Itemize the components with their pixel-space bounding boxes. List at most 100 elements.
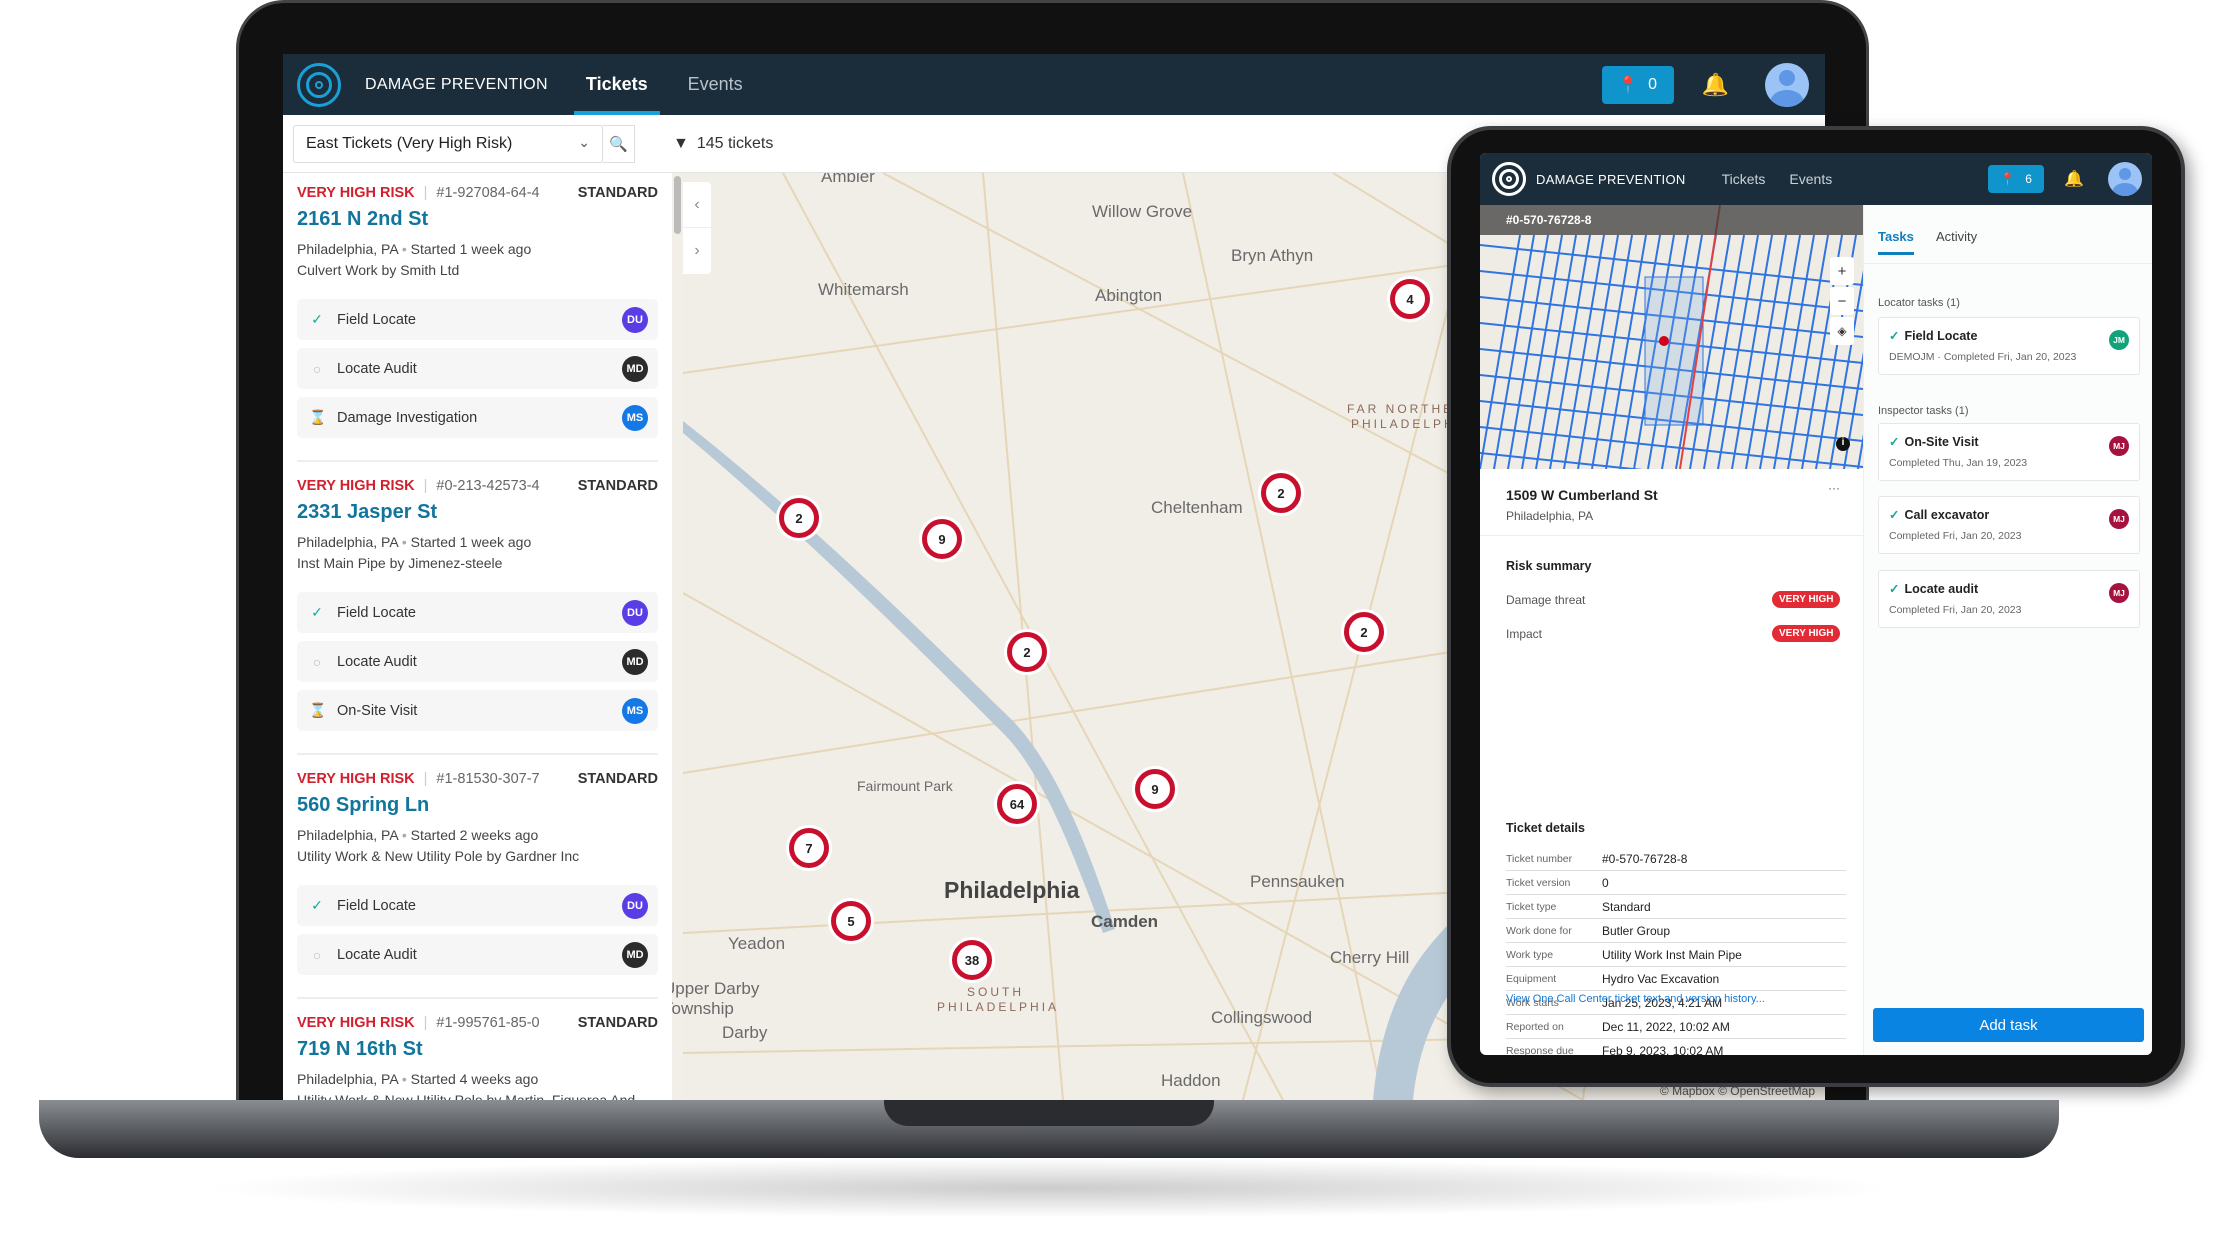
task-name: Locate audit — [1904, 582, 1979, 596]
map-cluster[interactable]: 5 — [831, 901, 871, 941]
laptop-notch — [884, 1100, 1214, 1126]
place-label: Upper Darby — [663, 979, 760, 998]
check-circle-icon: ✓ — [1889, 329, 1900, 343]
zoom-in-button[interactable]: + — [1830, 257, 1854, 285]
assignee-avatar: MJ — [2109, 436, 2129, 456]
assignee-avatar: MJ — [2109, 583, 2129, 603]
hourglass-icon: ⌛ — [309, 702, 327, 718]
task-name: Field Locate — [337, 311, 416, 328]
risk-badge: VERY HIGH — [1772, 591, 1841, 608]
assignee-avatar: DU — [622, 306, 648, 333]
detail-key: Ticket number — [1506, 852, 1573, 865]
place-label: PHILADELPHIA — [937, 1000, 1060, 1014]
task-name: Damage Investigation — [337, 409, 478, 426]
ticket-title[interactable]: 560 Spring Ln — [297, 794, 658, 817]
map-cluster[interactable]: 2 — [779, 498, 819, 538]
detail-key: Response due — [1506, 1044, 1574, 1056]
risk-badge: VERY HIGH — [1772, 625, 1841, 642]
ticket-id: #1-927084-64-4 — [436, 185, 540, 201]
location-button[interactable]: 📍 0 — [1601, 65, 1674, 104]
ticket-list: VERY HIGH RISK | #1-927084-64-4 STANDARD 21… — [283, 173, 672, 1100]
task-row[interactable]: ⌛ Damage Investigation MS — [297, 397, 658, 438]
task-row[interactable]: ⌛ On-Site Visit MS — [297, 690, 658, 731]
tab-tasks[interactable]: Tasks — [1878, 229, 1914, 255]
task-row[interactable]: ○ Locate Audit MD — [297, 934, 658, 975]
ticket-card[interactable]: VERY HIGH RISK | #0-213-42573-4 STANDARD 23… — [297, 478, 658, 755]
task-row[interactable]: ✓ Field Locate DU — [297, 592, 658, 633]
target-logo — [297, 62, 341, 107]
nav-events[interactable]: Events — [688, 54, 743, 115]
task-row[interactable]: ○ Locate Audit MD — [297, 348, 658, 389]
scrollbar[interactable] — [674, 176, 681, 234]
task-status: DEMOJM · Completed Fri, Jan 20, 2023 — [1889, 351, 2077, 363]
avatar[interactable] — [2108, 162, 2142, 196]
history-link[interactable]: View One Call Center ticket text and ver… — [1506, 993, 1765, 1005]
tab-activity[interactable]: Activity — [1936, 229, 1977, 244]
location-button[interactable]: 📍 6 — [1988, 165, 2045, 193]
ticket-title[interactable]: 2161 N 2nd St — [297, 208, 658, 231]
nav-tickets[interactable]: Tickets — [573, 54, 660, 115]
ticket-address: 1509 W Cumberland St — [1506, 487, 1658, 503]
place-label: Whitemarsh — [818, 280, 909, 299]
ticket-map[interactable]: #0-570-76728-8 + − ◈ i — [1480, 205, 1863, 469]
risk-label: VERY HIGH RISK — [297, 478, 415, 494]
map-cluster[interactable]: 9 — [1135, 769, 1175, 809]
bell-icon[interactable]: 🔔 — [1702, 72, 1729, 98]
ticket-filter-select[interactable]: East Tickets (Very High Risk) ⌄ — [293, 125, 603, 163]
ticket-count[interactable]: ▼ 145 tickets — [673, 135, 773, 153]
tasks-panel: Tasks Activity Locator tasks (1) Inspect… — [1863, 205, 2152, 1055]
zoom-out-button[interactable]: − — [1830, 287, 1854, 315]
bell-icon[interactable]: 🔔 — [2064, 169, 2084, 189]
assignee-avatar: MJ — [2109, 509, 2129, 529]
map-cluster[interactable]: 64 — [997, 784, 1037, 824]
map-cluster[interactable]: 2 — [1007, 632, 1047, 672]
ticket-title[interactable]: 719 N 16th St — [297, 1038, 658, 1061]
ticket-work: Inst Main Pipe by Jimenez-steele — [297, 555, 503, 571]
map-cluster[interactable]: 38 — [952, 940, 992, 980]
assignee-avatar: MS — [622, 697, 648, 724]
chevron-right-icon[interactable]: › — [683, 228, 711, 274]
task-card[interactable]: ✓ On-Site Visit Completed Thu, Jan 19, 202… — [1878, 423, 2140, 481]
task-card[interactable]: ✓ Field Locate DEMOJM · Completed Fri, Jan… — [1878, 317, 2140, 375]
assignee-avatar: MD — [622, 355, 648, 382]
nav-tickets[interactable]: Tickets — [1722, 153, 1766, 205]
add-task-button[interactable]: Add task — [1873, 1008, 2144, 1042]
nav-events[interactable]: Events — [1789, 153, 1832, 205]
info-icon[interactable]: i — [1836, 437, 1850, 451]
ticket-card[interactable]: VERY HIGH RISK | #1-995761-85-0 STANDARD 71… — [297, 1015, 658, 1100]
detail-value: Utility Work Inst Main Pipe — [1602, 947, 1742, 962]
map-cluster[interactable]: 9 — [922, 519, 962, 559]
task-name: Call excavator — [1904, 508, 1990, 522]
task-card[interactable]: ✓ Call excavator Completed Fri, Jan 20, 20… — [1878, 496, 2140, 554]
map-cluster[interactable]: 7 — [789, 828, 829, 868]
detail-key: Work type — [1506, 948, 1554, 961]
chevron-down-icon: ⌄ — [578, 134, 590, 150]
ticket-title[interactable]: 2331 Jasper St — [297, 501, 658, 524]
ticket-type: STANDARD — [577, 1015, 658, 1031]
map-cluster[interactable]: 2 — [1261, 473, 1301, 513]
map-cluster[interactable]: 4 — [1390, 279, 1430, 319]
risk-label: VERY HIGH RISK — [297, 185, 415, 201]
risk-summary-title: Risk summary — [1506, 559, 1592, 573]
place-label: Philadelphia — [944, 877, 1080, 903]
search-button[interactable]: 🔍 — [603, 125, 635, 163]
empty-circle-icon: ○ — [312, 653, 322, 670]
chevron-left-icon[interactable]: ‹ — [683, 182, 711, 228]
task-name: Field Locate — [337, 897, 416, 914]
ticket-card[interactable]: VERY HIGH RISK | #1-81530-307-7 STANDARD 56… — [297, 771, 658, 999]
detail-value: Standard — [1602, 899, 1651, 914]
ticket-card[interactable]: VERY HIGH RISK | #1-927084-64-4 STANDARD 21… — [297, 185, 658, 462]
layers-icon[interactable]: ◈ — [1830, 317, 1854, 345]
task-name: Locate Audit — [337, 653, 417, 670]
ticket-work: Utility Work & New Utility Pole by Gardn… — [297, 848, 580, 864]
task-row[interactable]: ✓ Field Locate DU — [297, 885, 658, 926]
map-cluster[interactable]: 2 — [1344, 612, 1384, 652]
task-card[interactable]: ✓ Locate audit Completed Fri, Jan 20, 2023… — [1878, 570, 2140, 628]
task-name: Locate Audit — [337, 946, 417, 963]
task-row[interactable]: ○ Locate Audit MD — [297, 641, 658, 682]
task-row[interactable]: ✓ Field Locate DU — [297, 299, 658, 340]
more-icon[interactable]: ··· — [1828, 481, 1840, 495]
map-pin-icon: 📍 — [1618, 76, 1639, 94]
filter-icon: ▼ — [673, 135, 689, 152]
avatar[interactable] — [1765, 62, 1809, 107]
